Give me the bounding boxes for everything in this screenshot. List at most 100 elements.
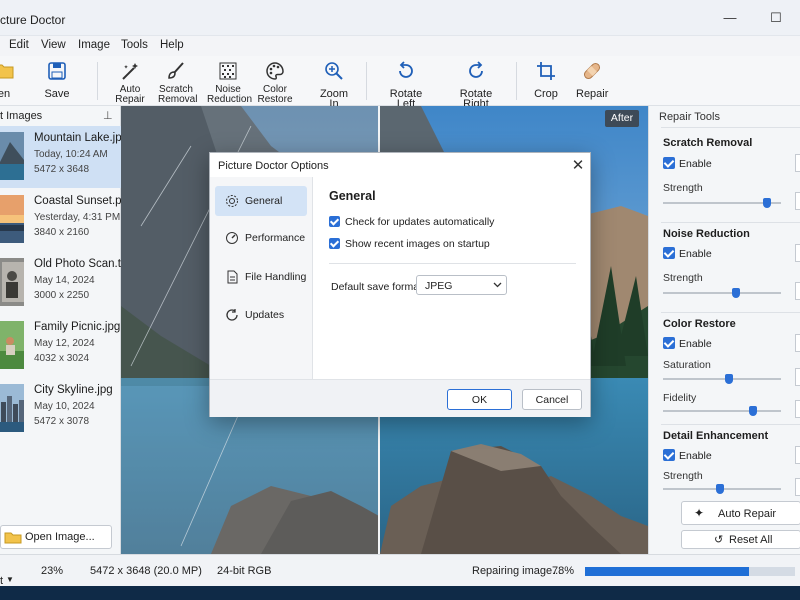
recent-item-name: Coastal Sunset.png bbox=[34, 195, 135, 207]
color-restore-saturation-slider[interactable] bbox=[663, 374, 781, 384]
open-button[interactable]: en bbox=[0, 60, 16, 100]
nav-file-handling[interactable]: File Handling bbox=[215, 262, 307, 292]
thumbnail bbox=[0, 258, 24, 306]
color-restore-saturation-box[interactable] bbox=[795, 368, 800, 386]
scratch-removal-button[interactable]: Scratch Removal bbox=[158, 60, 198, 105]
repair-label: Repair bbox=[576, 88, 609, 100]
toolbar-separator bbox=[366, 62, 367, 100]
rotate-left-icon bbox=[399, 61, 413, 78]
crop-button[interactable]: Crop bbox=[532, 60, 560, 100]
open-image-button[interactable]: Open Image... bbox=[0, 525, 112, 549]
check-updates-checkbox[interactable] bbox=[329, 216, 340, 227]
rotate-left-button[interactable]: Rotate Left bbox=[380, 60, 432, 110]
menu-tools[interactable]: Tools bbox=[121, 39, 148, 51]
scratch-removal-enable-checkbox[interactable] bbox=[663, 157, 675, 169]
scratch-removal-strength-box[interactable] bbox=[795, 192, 800, 210]
after-badge: After bbox=[605, 110, 639, 127]
crop-label: Crop bbox=[534, 88, 558, 100]
nav-performance[interactable]: Performance bbox=[215, 223, 307, 253]
slider-thumb[interactable] bbox=[732, 288, 741, 298]
magic-wand-icon: ✦ bbox=[694, 506, 705, 520]
color-restore-enable-checkbox[interactable] bbox=[663, 337, 675, 349]
recent-item-mountain-lake[interactable]: Mountain Lake.jpg Today, 10:24 AM 5472 x… bbox=[0, 126, 128, 188]
repair-tools-title: Repair Tools bbox=[659, 111, 720, 123]
color-restore-button[interactable]: Color Restore bbox=[256, 60, 294, 105]
rotate-right-button[interactable]: Rotate Right bbox=[448, 60, 504, 110]
zoom-in-button[interactable]: Zoom In bbox=[314, 60, 354, 110]
save-format-select[interactable]: JPEG bbox=[416, 275, 507, 295]
detail-enhancement-enable-label: Enable bbox=[679, 450, 712, 462]
color-restore-value-box[interactable] bbox=[795, 334, 800, 352]
recent-images-header: t Images ⊥ bbox=[0, 106, 121, 126]
minimize-icon[interactable]: — bbox=[718, 10, 742, 28]
check-updates-label: Check for updates automatically bbox=[345, 216, 495, 228]
recent-item-city-skyline[interactable]: City Skyline.jpg May 10, 2024 5472 x 307… bbox=[0, 378, 121, 440]
slider-thumb[interactable] bbox=[748, 406, 757, 416]
recent-item-family-picnic[interactable]: Family Picnic.jpg May 12, 2024 4032 x 30… bbox=[0, 315, 121, 377]
noise-reduction-enable-checkbox[interactable] bbox=[663, 247, 675, 259]
reset-all-label: Reset All bbox=[729, 534, 773, 546]
zoom-level: 23% bbox=[41, 565, 64, 577]
auto-repair-button[interactable]: Auto Repair bbox=[112, 60, 148, 105]
divider bbox=[661, 127, 800, 128]
noise-reduction-button[interactable]: Noise Reduction bbox=[207, 60, 253, 105]
dialog-footer: OK Cancel bbox=[210, 379, 590, 417]
gauge-icon bbox=[226, 232, 238, 244]
slider-thumb[interactable] bbox=[762, 198, 771, 208]
zoom-in-icon bbox=[325, 62, 343, 80]
menu-view[interactable]: View bbox=[41, 39, 66, 51]
color-restore-fidelity-label: Fidelity bbox=[663, 392, 697, 404]
options-dialog: Picture Doctor Options ✕ General Perform… bbox=[209, 152, 591, 417]
recent-item-coastal-sunset[interactable]: Coastal Sunset.png Yesterday, 4:31 PM 38… bbox=[0, 189, 134, 251]
color-restore-fidelity-box[interactable] bbox=[795, 400, 800, 418]
color-restore-fidelity-slider[interactable] bbox=[663, 406, 781, 416]
gear-icon bbox=[226, 195, 238, 207]
slider-thumb[interactable] bbox=[725, 374, 734, 384]
ok-button[interactable]: OK bbox=[447, 389, 512, 410]
recent-item-old-photo-scan[interactable]: Old Photo Scan.tif May 14, 2024 3000 x 2… bbox=[0, 252, 127, 314]
open-label: en bbox=[0, 88, 11, 100]
brush-icon bbox=[168, 62, 184, 79]
scratch-removal-value-box[interactable] bbox=[795, 154, 800, 172]
maximize-icon[interactable]: ☐ bbox=[764, 10, 788, 28]
detail-enhancement-enable-checkbox[interactable] bbox=[663, 449, 675, 461]
menu-image[interactable]: Image bbox=[78, 39, 110, 51]
recent-item-size: 3840 x 2160 bbox=[34, 227, 90, 238]
cancel-button[interactable]: Cancel bbox=[522, 389, 582, 410]
thumbnail bbox=[0, 132, 24, 180]
recent-item-date: May 10, 2024 bbox=[34, 401, 95, 412]
nav-performance-label: Performance bbox=[245, 232, 306, 244]
scratch-removal-strength-slider[interactable] bbox=[663, 198, 781, 208]
toolbar-separator bbox=[97, 62, 98, 100]
detail-enhancement-strength-box[interactable] bbox=[795, 478, 800, 496]
noise-reduction-value-box[interactable] bbox=[795, 244, 800, 262]
noise-reduction-label-2: Reduction bbox=[207, 94, 253, 105]
recent-item-name: Old Photo Scan.tif bbox=[34, 258, 127, 270]
thumbnail bbox=[0, 321, 24, 369]
repair-button[interactable]: Repair bbox=[576, 60, 608, 100]
close-icon[interactable]: ✕ bbox=[568, 156, 588, 174]
title-bar: cture Doctor — ☐ bbox=[0, 0, 800, 36]
pin-icon[interactable]: ⊥ bbox=[103, 109, 113, 122]
menu-edit[interactable]: Edit bbox=[9, 39, 29, 51]
progress-percent: 78% bbox=[552, 565, 575, 577]
detail-enhancement-strength-slider[interactable] bbox=[663, 484, 781, 494]
progress-text: Repairing image... bbox=[472, 565, 562, 577]
reset-all-button[interactable]: ↺ Reset All bbox=[681, 530, 800, 549]
save-label: Save bbox=[44, 88, 70, 100]
detail-enhancement-value-box[interactable] bbox=[795, 446, 800, 464]
noise-reduction-strength-box[interactable] bbox=[795, 282, 800, 300]
auto-repair-label-2: Repair bbox=[115, 94, 145, 105]
slider-thumb[interactable] bbox=[715, 484, 724, 494]
save-button[interactable]: Save bbox=[44, 60, 70, 100]
menu-help[interactable]: Help bbox=[160, 39, 184, 51]
recent-item-name: Family Picnic.jpg bbox=[34, 321, 121, 333]
nav-updates[interactable]: Updates bbox=[215, 300, 307, 330]
nav-general[interactable]: General bbox=[215, 186, 307, 216]
bandage-icon bbox=[583, 62, 601, 80]
auto-repair-panel-button[interactable]: ✦ Auto Repair bbox=[681, 501, 800, 525]
scratch-removal-label-2: Removal bbox=[158, 94, 198, 105]
noise-reduction-strength-slider[interactable] bbox=[663, 288, 781, 298]
show-recent-checkbox[interactable] bbox=[329, 238, 340, 249]
recent-item-date: Today, 10:24 AM bbox=[34, 149, 108, 160]
